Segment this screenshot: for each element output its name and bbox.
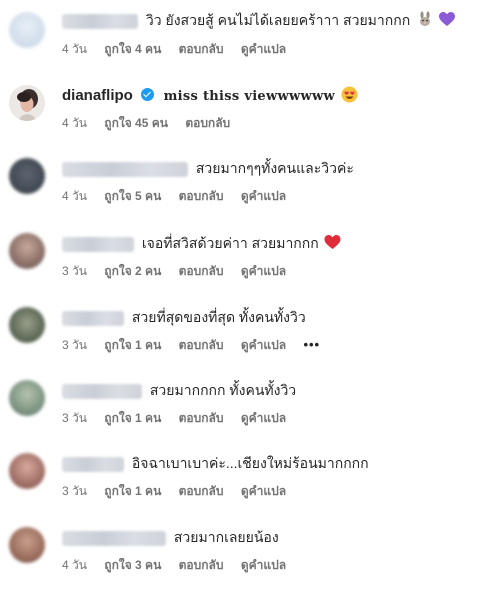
translate-button[interactable]: ดูคำแปล	[241, 42, 286, 56]
username-blurred[interactable]	[62, 383, 142, 399]
translate-button[interactable]: ดูคำแปล	[241, 558, 286, 572]
reply-button[interactable]: ตอบกลับ	[179, 42, 224, 56]
comment-line: สวยที่สุดของที่สุด ทั้งคนทั้งวิว	[62, 307, 306, 327]
comment-meta: 4 วัน ถูกใจ 45 คน ตอบกลับ	[62, 115, 244, 131]
reply-button[interactable]: ตอบกลับ	[179, 411, 224, 425]
comment-line: สวยมากกกก ทั้งคนทั้งวิว	[62, 380, 296, 400]
likes-count[interactable]: ถูกใจ 1 คน	[104, 338, 161, 352]
avatar[interactable]	[9, 158, 45, 194]
translate-button[interactable]: ดูคำแปล	[241, 411, 286, 425]
comment-meta: 3 วัน ถูกใจ 1 คน ตอบกลับ ดูคำแปล	[62, 483, 300, 499]
comment-meta: 3 วัน ถูกใจ 1 คน ตอบกลับ ดูคำแปล •••	[62, 337, 334, 353]
comment-time[interactable]: 3 วัน	[62, 338, 87, 352]
heart-eyes-emoji	[341, 86, 358, 103]
comment-time[interactable]: 3 วัน	[62, 411, 87, 425]
avatar[interactable]	[9, 453, 45, 489]
comment-line: สวยมากเลยยน้อง	[62, 527, 279, 547]
translate-button[interactable]: ดูคำแปล	[241, 484, 286, 498]
username-blurred[interactable]	[62, 161, 188, 177]
purple-heart-emoji	[438, 12, 455, 26]
comment-item: สวยมากๆๆทั้งคนและวิวค่ะ 4 วัน ถูกใจ 5 คน…	[0, 158, 503, 208]
username[interactable]: dianaflipo	[62, 87, 133, 104]
comment-time[interactable]: 4 วัน	[62, 558, 87, 572]
reply-button[interactable]: ตอบกลับ	[179, 484, 224, 498]
likes-count[interactable]: ถูกใจ 4 คน	[104, 42, 161, 56]
comment-line: สวยมากๆๆทั้งคนและวิวค่ะ	[62, 158, 354, 178]
comment-line: อิจฉาเบาเบาค่ะ...เชียงใหม่ร้อนมากกกก	[62, 453, 369, 473]
translate-button[interactable]: ดูคำแปล	[241, 264, 286, 278]
comment-text: miss thiss viewwwwww	[163, 89, 335, 104]
likes-count[interactable]: ถูกใจ 5 คน	[104, 189, 161, 203]
translate-button[interactable]: ดูคำแปล	[241, 338, 286, 352]
username-blurred[interactable]	[62, 530, 166, 546]
profile-photo	[9, 85, 45, 121]
comment-item: วิว ยังสวยสู้ คนไม่ได้เลยยคร้าาา สวยมากก…	[0, 10, 503, 60]
username-blurred[interactable]	[62, 13, 138, 29]
comment-item: อิจฉาเบาเบาค่ะ...เชียงใหม่ร้อนมากกกก 3 ว…	[0, 453, 503, 503]
username-blurred[interactable]	[62, 236, 134, 252]
avatar[interactable]	[9, 527, 45, 563]
comment-meta: 3 วัน ถูกใจ 2 คน ตอบกลับ ดูคำแปล	[62, 263, 300, 279]
comment-line: เจอที่สวิสด้วยค่าา สวยมากกก	[62, 233, 341, 253]
username-blurred[interactable]	[62, 456, 124, 472]
reply-button[interactable]: ตอบกลับ	[179, 264, 224, 278]
comment-time[interactable]: 4 วัน	[62, 189, 87, 203]
comment-meta: 3 วัน ถูกใจ 1 คน ตอบกลับ ดูคำแปล	[62, 410, 300, 426]
comment-text: สวยมากเลยยน้อง	[173, 529, 279, 545]
reply-button[interactable]: ตอบกลับ	[179, 558, 224, 572]
translate-button[interactable]: ดูคำแปล	[241, 189, 286, 203]
comment-time[interactable]: 4 วัน	[62, 42, 87, 56]
likes-count[interactable]: ถูกใจ 1 คน	[104, 411, 161, 425]
comment-item: สวยมากกกก ทั้งคนทั้งวิว 3 วัน ถูกใจ 1 คน…	[0, 380, 503, 430]
comment-item: สวยมากเลยยน้อง 4 วัน ถูกใจ 3 คน ตอบกลับ …	[0, 527, 503, 577]
red-heart-emoji	[324, 235, 341, 249]
comment-text: สวยมากๆๆทั้งคนและวิวค่ะ	[195, 160, 354, 176]
comment-text: วิว ยังสวยสู้ คนไม่ได้เลยยคร้าาา สวยมากก…	[145, 12, 411, 28]
comment-meta: 4 วัน ถูกใจ 5 คน ตอบกลับ ดูคำแปล	[62, 188, 300, 204]
avatar[interactable]	[9, 85, 45, 121]
comment-time[interactable]: 4 วัน	[62, 116, 87, 130]
likes-count[interactable]: ถูกใจ 45 คน	[104, 116, 168, 130]
more-options-icon[interactable]: •••	[303, 337, 320, 352]
comment-item: สวยที่สุดของที่สุด ทั้งคนทั้งวิว 3 วัน ถ…	[0, 307, 503, 357]
comment-item: dianaflipo miss thiss viewwwwww 4 วัน ถู…	[0, 85, 503, 135]
comment-time[interactable]: 3 วัน	[62, 484, 87, 498]
likes-count[interactable]: ถูกใจ 2 คน	[104, 264, 161, 278]
comment-text: อิจฉาเบาเบาค่ะ...เชียงใหม่ร้อนมากกกก	[131, 455, 369, 471]
username-blurred[interactable]	[62, 310, 124, 326]
comment-text: สวยมากกกก ทั้งคนทั้งวิว	[149, 382, 297, 398]
likes-count[interactable]: ถูกใจ 1 คน	[104, 484, 161, 498]
comment-meta: 4 วัน ถูกใจ 4 คน ตอบกลับ ดูคำแปล	[62, 41, 300, 57]
rabbit-emoji	[420, 11, 431, 26]
avatar[interactable]	[9, 233, 45, 269]
comment-line: วิว ยังสวยสู้ คนไม่ได้เลยยคร้าาา สวยมากก…	[62, 10, 455, 30]
reply-button[interactable]: ตอบกลับ	[179, 338, 224, 352]
comment-text: เจอที่สวิสด้วยค่าา สวยมากกก	[141, 235, 319, 251]
comment-time[interactable]: 3 วัน	[62, 264, 87, 278]
verified-badge-icon	[140, 88, 154, 101]
comment-meta: 4 วัน ถูกใจ 3 คน ตอบกลับ ดูคำแปล	[62, 557, 300, 573]
likes-count[interactable]: ถูกใจ 3 คน	[104, 558, 161, 572]
reply-button[interactable]: ตอบกลับ	[185, 116, 230, 130]
comment-line: dianaflipo miss thiss viewwwwww	[62, 85, 358, 105]
reply-button[interactable]: ตอบกลับ	[179, 189, 224, 203]
comment-item: เจอที่สวิสด้วยค่าา สวยมากกก 3 วัน ถูกใจ …	[0, 233, 503, 283]
comment-text: สวยที่สุดของที่สุด ทั้งคนทั้งวิว	[131, 309, 306, 325]
avatar[interactable]	[9, 307, 45, 343]
avatar[interactable]	[9, 380, 45, 416]
avatar[interactable]	[9, 12, 45, 48]
